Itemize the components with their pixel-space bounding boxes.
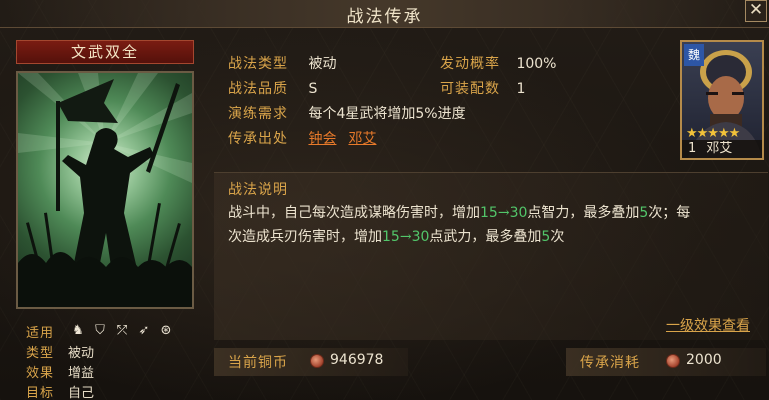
description-line-2: 次造成兵刃伤害时，增加15→30点武力，最多叠加5次 [228,225,758,249]
desc-text-segment: 点武力，最多叠加 [429,229,542,245]
star-rating: ★★★★★ [686,126,740,141]
faction-badge: 魏 [684,44,704,66]
desc-value-from: 15 [480,205,498,221]
shield-icon: ⛉ [95,323,105,338]
warrior-silhouette-icon [18,73,192,307]
general-name: 邓艾 [706,141,733,156]
source-link-dengai[interactable]: 邓艾 [348,131,376,147]
info-equip: 可装配数 1 [440,78,525,98]
desc-value-from: 15 [382,229,400,245]
copper-coin-icon [666,354,680,368]
spear-icon: ➶ [138,323,150,338]
bow-icon: ⤱ [116,323,128,338]
desc-value-to: 30 [509,205,528,221]
desc-value-to: 30 [411,229,430,245]
info-quality-value: S [308,81,318,97]
inherit-cost-label: 传承消耗 [580,355,640,371]
skill-name: 文武双全 [16,40,194,64]
info-quality-label: 战法品质 [228,81,288,97]
desc-value-max: 5 [639,205,649,221]
info-type: 战法类型 被动 [228,53,336,73]
current-copper-value: 946978 [330,352,384,368]
meta-target: 目标 自己 [26,382,94,400]
info-requirement-value: 每个4星武将增加5%进度 [308,106,466,122]
level-effect-link[interactable]: 一级效果查看 [666,315,750,335]
meta-effect: 效果 增益 [26,362,94,381]
info-source-label: 传承出处 [228,131,288,147]
meta-value-effect: 增益 [68,366,95,381]
info-rate: 发动概率 100% [440,53,556,73]
info-type-value: 被动 [308,56,337,72]
desc-text-segment: 次造成兵刃伤害时，增加 [228,229,382,245]
troop-type-icons: ♞ ⛉ ⤱ ➶ ⊛ [70,323,174,339]
meta-value-target: 自己 [68,386,95,400]
description-line-1: 战斗中，自己每次造成谋略伤害时，增加15→30点智力，最多叠加5次；每 [228,201,758,225]
page-title: 战法传承 [346,7,423,27]
meta-label-effect: 效果 [26,366,55,381]
meta-label-type: 类型 [26,346,55,361]
arrow-icon: → [497,205,510,221]
info-type-label: 战法类型 [228,56,288,72]
info-rate-label: 发动概率 [440,56,500,72]
info-quality: 战法品质 S [228,78,317,98]
inherit-cost-value: 2000 [686,352,722,368]
meta-type: 类型 被动 [26,342,94,361]
info-source: 传承出处 钟会 邓艾 [228,128,388,148]
desc-text-segment: 战斗中，自己每次造成谋略伤害时，增加 [228,205,480,221]
desc-value-max: 5 [541,229,551,245]
meta-value-type: 被动 [68,346,95,361]
general-level: 1 [688,141,697,156]
description-panel: 战法说明 战斗中，自己每次造成谋略伤害时，增加15→30点智力，最多叠加5次；每… [214,172,768,340]
skill-artwork [16,71,194,309]
meta-label-applicable: 适用 [26,326,55,341]
wheel-icon: ⊛ [160,323,172,338]
cavalry-icon: ♞ [72,323,84,338]
description-text: 战斗中，自己每次造成谋略伤害时，增加15→30点智力，最多叠加5次；每 次造成兵… [228,201,758,249]
description-title: 战法说明 [228,182,288,198]
info-equip-value: 1 [516,81,526,97]
info-rate-value: 100% [516,56,557,72]
title-bar: 战法传承 [0,0,769,28]
info-equip-label: 可装配数 [440,81,500,97]
info-requirement: 演练需求 每个4星武将增加5%进度 [228,103,466,123]
meta-applicable: 适用 [26,322,68,341]
source-link-zhonghui[interactable]: 钟会 [308,131,336,147]
info-requirement-label: 演练需求 [228,106,288,122]
general-name-plate: 1 邓艾 [682,140,762,158]
current-copper-label: 当前铜币 [228,355,288,371]
meta-label-target: 目标 [26,386,55,400]
close-button[interactable]: ✕ [745,0,767,22]
general-card[interactable]: 魏 ★★★★★ 1 邓艾 [680,40,764,160]
desc-text-segment: 次；每 [648,205,691,221]
copper-coin-icon [310,354,324,368]
desc-text-segment: 次 [550,229,565,245]
desc-text-segment: 点智力，最多叠加 [527,205,640,221]
arrow-icon: → [399,229,412,245]
